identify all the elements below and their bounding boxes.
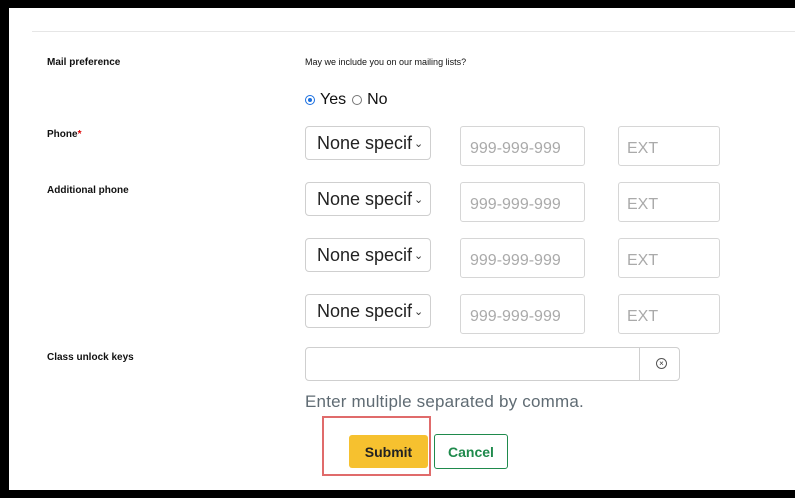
phone-type-select[interactable]: None specif ⌄: [305, 126, 431, 160]
phone-label: Phone*: [47, 129, 81, 140]
phone-type-value: None specif: [317, 244, 413, 265]
radio-no-label[interactable]: No: [367, 91, 387, 109]
additional-phone-ext-input-1[interactable]: EXT: [618, 182, 720, 222]
additional-phone-label: Additional phone: [47, 185, 129, 196]
additional-phone-number-input-2[interactable]: 999-999-999: [460, 238, 585, 278]
cancel-button[interactable]: Cancel: [434, 434, 508, 469]
submit-button[interactable]: Submit: [349, 435, 428, 468]
phone-label-text: Phone: [47, 129, 78, 140]
phone-type-value: None specif: [317, 132, 413, 153]
divider: [32, 31, 795, 32]
clear-circle-icon[interactable]: ×: [656, 358, 667, 369]
mailing-question: May we include you on our mailing lists?: [305, 57, 467, 67]
additional-phone-ext-input-2[interactable]: EXT: [618, 238, 720, 278]
additional-phone-ext-input-3[interactable]: EXT: [618, 294, 720, 334]
phone-ext-input[interactable]: EXT: [618, 126, 720, 166]
mail-radio-group: Yes No: [305, 91, 388, 109]
radio-yes[interactable]: [305, 95, 315, 105]
required-marker: *: [77, 129, 82, 140]
form-panel: Mail preference May we include you on ou…: [9, 8, 795, 490]
chevron-down-icon: ⌄: [414, 249, 424, 262]
chevron-down-icon: ⌄: [414, 305, 424, 318]
unlock-hint: Enter multiple separated by comma.: [305, 392, 584, 411]
chevron-down-icon: ⌄: [414, 193, 424, 206]
class-unlock-keys-input[interactable]: ×: [305, 347, 680, 381]
additional-phone-type-select-3[interactable]: None specif ⌄: [305, 294, 431, 328]
phone-number-input[interactable]: 999-999-999: [460, 126, 585, 166]
phone-type-value: None specif: [317, 188, 413, 209]
additional-phone-type-select-1[interactable]: None specif ⌄: [305, 182, 431, 216]
phone-type-value: None specif: [317, 300, 413, 321]
additional-phone-number-input-1[interactable]: 999-999-999: [460, 182, 585, 222]
additional-phone-number-input-3[interactable]: 999-999-999: [460, 294, 585, 334]
class-unlock-keys-label: Class unlock keys: [47, 352, 134, 363]
input-divider: [639, 348, 640, 380]
radio-yes-label[interactable]: Yes: [320, 91, 346, 109]
mail-preference-label: Mail preference: [47, 57, 121, 68]
chevron-down-icon: ⌄: [414, 137, 424, 150]
additional-phone-type-select-2[interactable]: None specif ⌄: [305, 238, 431, 272]
radio-no[interactable]: [352, 95, 363, 105]
